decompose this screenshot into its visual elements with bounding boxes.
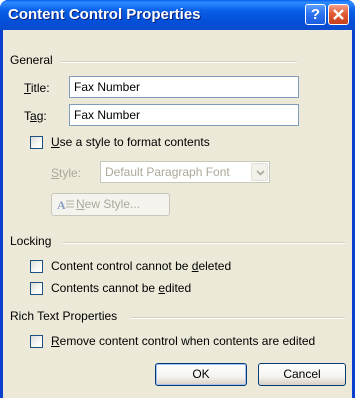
remove-control-label[interactable]: Remove content control when contents are…	[51, 334, 315, 348]
general-group-divider	[61, 61, 297, 63]
chevron-down-icon	[256, 170, 265, 176]
cancel-button[interactable]: Cancel	[258, 363, 346, 386]
cannot-delete-label[interactable]: Content control cannot be deleted	[51, 259, 231, 273]
tag-label: Tag:	[24, 109, 47, 123]
help-button[interactable]: ?	[305, 4, 326, 25]
use-style-label[interactable]: Use a style to format contents	[51, 135, 210, 149]
rich-text-group-divider	[131, 317, 345, 319]
close-icon	[333, 9, 344, 20]
cannot-delete-checkbox[interactable]	[30, 260, 43, 273]
close-button[interactable]	[328, 4, 349, 25]
help-icon: ?	[310, 6, 321, 23]
locking-group-label: Locking	[10, 234, 52, 248]
style-label: Style:	[51, 166, 82, 180]
title-input[interactable]: Fax Number	[69, 76, 299, 98]
new-style-icon: A	[57, 198, 74, 212]
cannot-edit-label[interactable]: Contents cannot be edited	[51, 281, 191, 295]
remove-control-checkbox[interactable]	[30, 335, 43, 348]
general-group-label: General	[10, 53, 53, 67]
locking-group-divider	[63, 242, 345, 244]
dialog-window: Content Control Properties ? General Tit…	[0, 0, 355, 398]
title-bar[interactable]: Content Control Properties ?	[0, 0, 355, 30]
new-style-label: New Style...	[76, 197, 141, 211]
title-label: Title:	[24, 81, 50, 95]
svg-text:A: A	[57, 198, 66, 212]
cannot-edit-checkbox[interactable]	[30, 282, 43, 295]
dialog-title: Content Control Properties	[8, 6, 201, 23]
rich-text-group-label: Rich Text Properties	[10, 309, 118, 323]
style-dropdown-arrow[interactable]	[251, 163, 268, 181]
tag-input[interactable]: Fax Number	[69, 104, 299, 126]
style-dropdown[interactable]: Default Paragraph Font	[100, 161, 270, 183]
new-style-button[interactable]: A New Style...	[51, 193, 170, 216]
ok-button[interactable]: OK	[155, 363, 247, 386]
use-style-checkbox[interactable]	[30, 136, 43, 149]
dialog-body: General Title: Fax Number Tag: Fax Numbe…	[3, 30, 352, 398]
style-dropdown-value: Default Paragraph Font	[105, 165, 230, 179]
